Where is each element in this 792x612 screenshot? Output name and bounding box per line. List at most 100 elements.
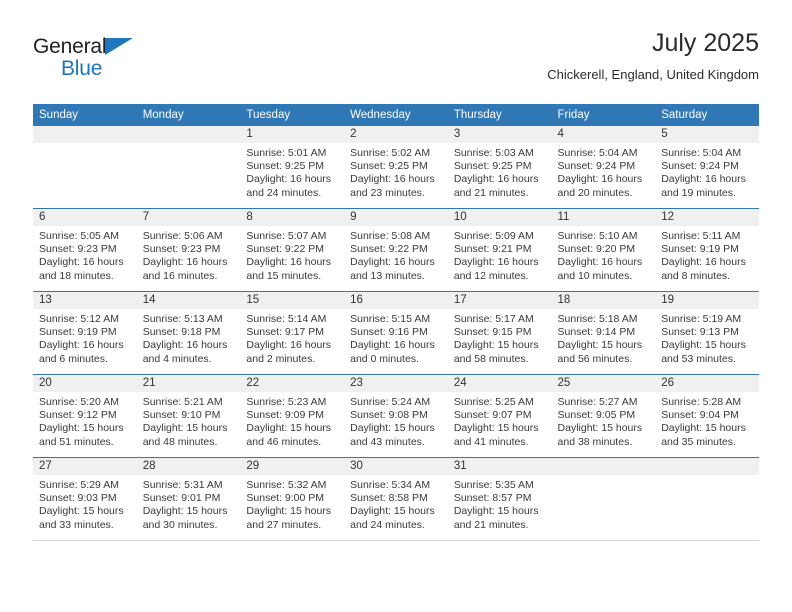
day-details: Sunrise: 5:24 AM Sunset: 9:08 PM Daylight:… bbox=[344, 392, 448, 449]
daylight-text-line2: and 13 minutes. bbox=[350, 269, 425, 282]
daylight-text-line2: and 46 minutes. bbox=[246, 435, 322, 448]
daylight-text-line1: Daylight: 16 hours bbox=[246, 339, 332, 352]
day-details: Sunrise: 5:15 AM Sunset: 9:16 PM Daylight:… bbox=[344, 309, 448, 366]
calendar-day-cell-empty bbox=[551, 457, 656, 541]
weekday-header-thursday: Thursday bbox=[447, 104, 552, 126]
sunrise-text: Sunrise: 5:05 AM bbox=[39, 230, 119, 242]
calendar-day-cell[interactable]: 23 Sunrise: 5:24 AM Sunset: 9:08 PM Dayligh… bbox=[344, 374, 448, 458]
calendar-day-cell[interactable]: 28 Sunrise: 5:31 AM Sunset: 9:01 PM Dayligh… bbox=[136, 457, 241, 541]
calendar-day-cell[interactable]: 29 Sunrise: 5:32 AM Sunset: 9:00 PM Dayligh… bbox=[240, 457, 345, 541]
calendar-day-cell[interactable]: 19 Sunrise: 5:19 AM Sunset: 9:13 PM Dayligh… bbox=[655, 291, 759, 375]
sunset-text: Sunset: 9:22 PM bbox=[350, 243, 428, 256]
sunrise-text: Sunrise: 5:18 AM bbox=[557, 313, 638, 325]
sunrise-text: Sunrise: 5:14 AM bbox=[246, 313, 327, 325]
sunrise-text: Sunrise: 5:24 AM bbox=[350, 396, 431, 408]
calendar-day-cell[interactable]: 5 Sunrise: 5:04 AM Sunset: 9:24 PM Daylight… bbox=[655, 126, 759, 209]
calendar-day-cell[interactable]: 6 Sunrise: 5:05 AM Sunset: 9:23 PM Daylight… bbox=[33, 208, 137, 292]
calendar-day-cell[interactable]: 12 Sunrise: 5:11 AM Sunset: 9:19 PM Dayligh… bbox=[655, 208, 759, 292]
day-details: Sunrise: 5:05 AM Sunset: 9:23 PM Daylight:… bbox=[33, 226, 137, 283]
day-details: Sunrise: 5:09 AM Sunset: 9:21 PM Daylight:… bbox=[448, 226, 552, 283]
daylight-text-line1: Daylight: 16 hours bbox=[350, 173, 435, 186]
sunset-text: Sunset: 9:22 PM bbox=[246, 243, 325, 256]
sunset-text: Sunset: 9:14 PM bbox=[557, 326, 636, 339]
calendar-day-cell[interactable]: 30 Sunrise: 5:34 AM Sunset: 8:58 PM Dayligh… bbox=[344, 457, 448, 541]
weekday-header-tuesday: Tuesday bbox=[240, 104, 345, 126]
calendar-page: General Blue July 2025 Chickerell, Engla… bbox=[0, 0, 792, 612]
triangle-icon bbox=[105, 38, 133, 55]
calendar-day-cell[interactable]: 14 Sunrise: 5:13 AM Sunset: 9:18 PM Dayligh… bbox=[136, 291, 241, 375]
sunrise-text: Sunrise: 5:19 AM bbox=[661, 313, 742, 325]
day-number: 19 bbox=[655, 292, 759, 309]
calendar-day-cell-empty bbox=[33, 126, 137, 209]
daylight-text-line1: Daylight: 16 hours bbox=[350, 256, 435, 269]
daylight-text-line2: and 27 minutes. bbox=[246, 518, 322, 531]
daylight-text-line1: Daylight: 15 hours bbox=[39, 505, 124, 518]
calendar-day-cell[interactable]: 8 Sunrise: 5:07 AM Sunset: 9:22 PM Daylight… bbox=[240, 208, 345, 292]
sunrise-text: Sunrise: 5:32 AM bbox=[246, 479, 327, 491]
calendar-day-cell[interactable]: 16 Sunrise: 5:15 AM Sunset: 9:16 PM Dayligh… bbox=[344, 291, 448, 375]
sunset-text: Sunset: 9:00 PM bbox=[246, 492, 325, 505]
calendar-day-cell[interactable]: 20 Sunrise: 5:20 AM Sunset: 9:12 PM Dayligh… bbox=[33, 374, 137, 458]
calendar-day-cell[interactable]: 21 Sunrise: 5:21 AM Sunset: 9:10 PM Dayligh… bbox=[136, 374, 241, 458]
calendar-week-row: 1 Sunrise: 5:01 AM Sunset: 9:25 PM Daylight… bbox=[33, 126, 759, 209]
day-details: Sunrise: 5:01 AM Sunset: 9:25 PM Daylight:… bbox=[240, 143, 344, 200]
title-block: July 2025 Chickerell, England, United Ki… bbox=[547, 28, 759, 83]
day-number: 3 bbox=[447, 126, 552, 143]
daylight-text-line1: Daylight: 15 hours bbox=[453, 422, 539, 435]
sunrise-text: Sunrise: 5:08 AM bbox=[350, 230, 431, 242]
calendar-day-cell[interactable]: 2 Sunrise: 5:02 AM Sunset: 9:25 PM Daylight… bbox=[344, 126, 448, 209]
day-number: 17 bbox=[447, 292, 552, 309]
sunset-text: Sunset: 9:24 PM bbox=[557, 160, 636, 173]
sunset-text: Sunset: 9:20 PM bbox=[557, 243, 636, 256]
calendar-day-cell[interactable]: 25 Sunrise: 5:27 AM Sunset: 9:05 PM Dayligh… bbox=[551, 374, 656, 458]
sunset-text: Sunset: 9:15 PM bbox=[453, 326, 532, 339]
daylight-text-line2: and 38 minutes. bbox=[557, 435, 633, 448]
day-number: 10 bbox=[447, 209, 552, 226]
sunrise-text: Sunrise: 5:07 AM bbox=[246, 230, 327, 242]
day-number: 31 bbox=[447, 458, 552, 475]
day-details: Sunrise: 5:28 AM Sunset: 9:04 PM Daylight:… bbox=[655, 392, 759, 449]
calendar-day-cell[interactable]: 3 Sunrise: 5:03 AM Sunset: 9:25 PM Daylight… bbox=[447, 126, 552, 209]
calendar-day-cell[interactable]: 27 Sunrise: 5:29 AM Sunset: 9:03 PM Dayligh… bbox=[33, 457, 137, 541]
daylight-text-line2: and 23 minutes. bbox=[350, 186, 425, 199]
calendar-day-cell[interactable]: 11 Sunrise: 5:10 AM Sunset: 9:20 PM Dayligh… bbox=[551, 208, 656, 292]
day-number: 29 bbox=[240, 458, 345, 475]
sunrise-text: Sunrise: 5:02 AM bbox=[350, 147, 431, 159]
calendar-day-cell[interactable]: 22 Sunrise: 5:23 AM Sunset: 9:09 PM Dayligh… bbox=[240, 374, 345, 458]
day-details: Sunrise: 5:10 AM Sunset: 9:20 PM Daylight:… bbox=[552, 226, 656, 283]
calendar-day-cell[interactable]: 4 Sunrise: 5:04 AM Sunset: 9:24 PM Daylight… bbox=[551, 126, 656, 209]
day-details: Sunrise: 5:23 AM Sunset: 9:09 PM Daylight:… bbox=[240, 392, 344, 449]
sunrise-text: Sunrise: 5:10 AM bbox=[557, 230, 638, 242]
calendar-day-cell[interactable]: 9 Sunrise: 5:08 AM Sunset: 9:22 PM Daylight… bbox=[344, 208, 448, 292]
sunset-text: Sunset: 9:08 PM bbox=[350, 409, 428, 422]
day-number: 15 bbox=[240, 292, 345, 309]
calendar-day-cell[interactable]: 17 Sunrise: 5:17 AM Sunset: 9:15 PM Dayligh… bbox=[447, 291, 552, 375]
sunset-text: Sunset: 9:03 PM bbox=[39, 492, 117, 505]
calendar-day-cell[interactable]: 18 Sunrise: 5:18 AM Sunset: 9:14 PM Dayligh… bbox=[551, 291, 656, 375]
calendar-week-row: 20 Sunrise: 5:20 AM Sunset: 9:12 PM Dayligh… bbox=[33, 374, 759, 458]
sunset-text: Sunset: 9:25 PM bbox=[350, 160, 428, 173]
daylight-text-line2: and 2 minutes. bbox=[246, 352, 316, 365]
sunrise-text: Sunrise: 5:04 AM bbox=[661, 147, 742, 159]
calendar-day-cell[interactable]: 26 Sunrise: 5:28 AM Sunset: 9:04 PM Dayligh… bbox=[655, 374, 759, 458]
daylight-text-line2: and 41 minutes. bbox=[453, 435, 529, 448]
calendar-day-cell[interactable]: 1 Sunrise: 5:01 AM Sunset: 9:25 PM Daylight… bbox=[240, 126, 345, 209]
daylight-text-line1: Daylight: 15 hours bbox=[142, 422, 228, 435]
generalblue-logo[interactable]: General Blue bbox=[33, 36, 173, 88]
calendar-day-cell[interactable]: 31 Sunrise: 5:35 AM Sunset: 8:57 PM Dayligh… bbox=[447, 457, 552, 541]
daylight-text-line1: Daylight: 15 hours bbox=[39, 422, 124, 435]
calendar-day-cell[interactable]: 24 Sunrise: 5:25 AM Sunset: 9:07 PM Dayligh… bbox=[447, 374, 552, 458]
sunrise-text: Sunrise: 5:29 AM bbox=[39, 479, 119, 491]
sunset-text: Sunset: 9:23 PM bbox=[142, 243, 221, 256]
day-number: 13 bbox=[33, 292, 137, 309]
calendar-day-cell[interactable]: 10 Sunrise: 5:09 AM Sunset: 9:21 PM Dayligh… bbox=[447, 208, 552, 292]
calendar-day-cell[interactable]: 13 Sunrise: 5:12 AM Sunset: 9:19 PM Dayligh… bbox=[33, 291, 137, 375]
day-details: Sunrise: 5:25 AM Sunset: 9:07 PM Daylight:… bbox=[448, 392, 552, 449]
weekday-header-wednesday: Wednesday bbox=[344, 104, 448, 126]
sunset-text: Sunset: 9:25 PM bbox=[453, 160, 532, 173]
sunrise-text: Sunrise: 5:04 AM bbox=[557, 147, 638, 159]
day-details: Sunrise: 5:32 AM Sunset: 9:00 PM Daylight:… bbox=[240, 475, 344, 532]
calendar-day-cell[interactable]: 7 Sunrise: 5:06 AM Sunset: 9:23 PM Daylight… bbox=[136, 208, 241, 292]
sunset-text: Sunset: 9:07 PM bbox=[453, 409, 532, 422]
calendar-day-cell[interactable]: 15 Sunrise: 5:14 AM Sunset: 9:17 PM Dayligh… bbox=[240, 291, 345, 375]
